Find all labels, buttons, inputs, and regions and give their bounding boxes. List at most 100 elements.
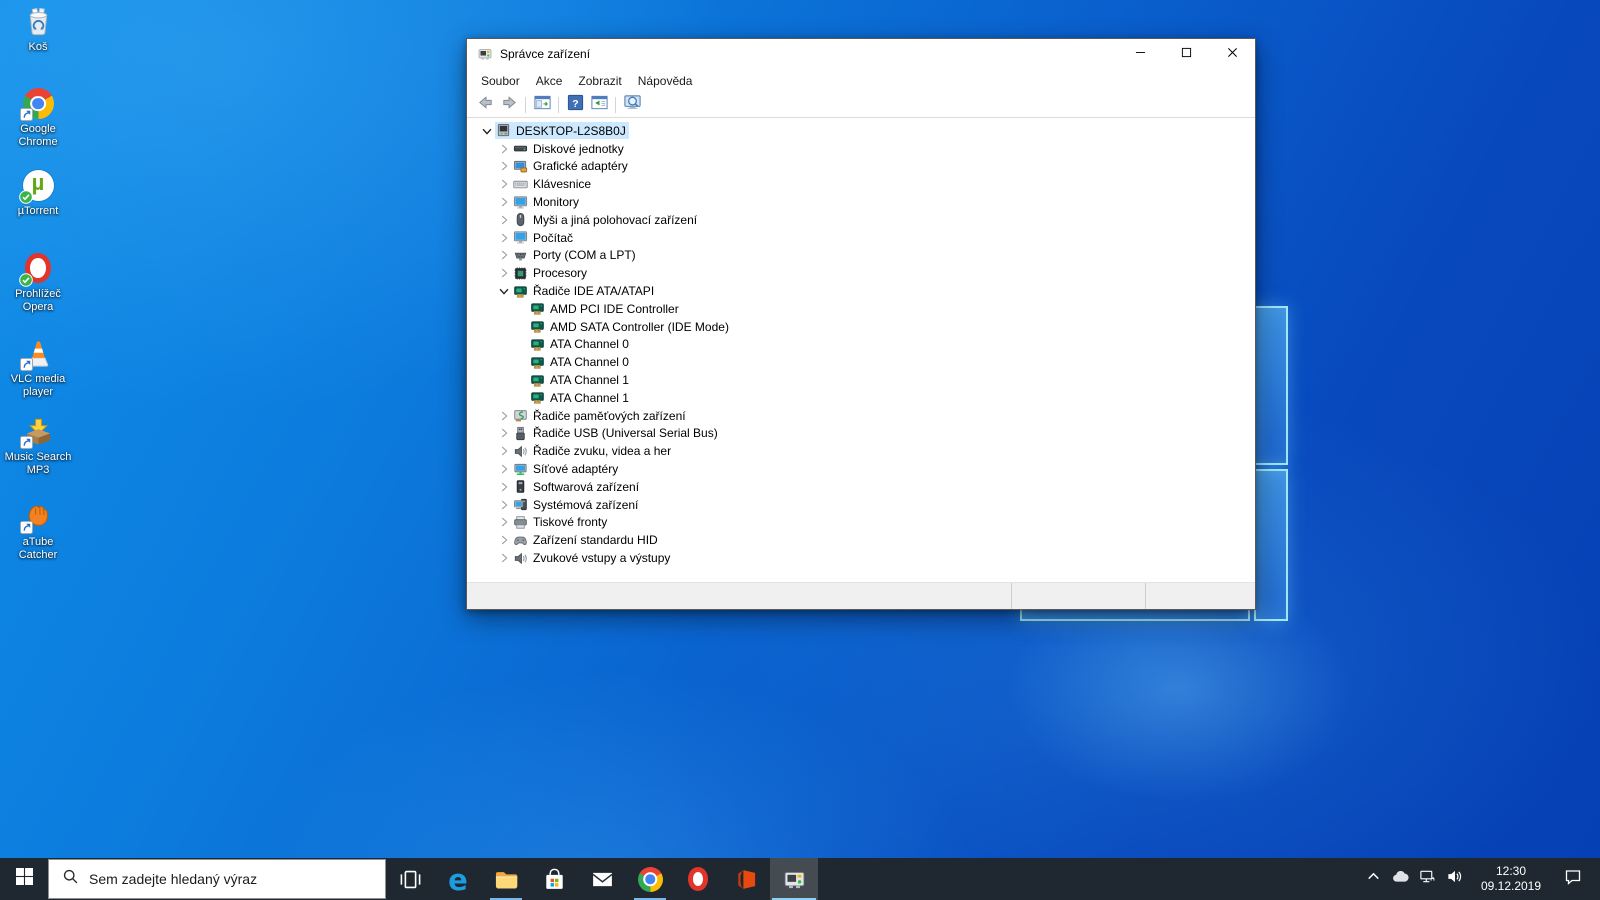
chevron-right-icon[interactable] xyxy=(496,212,512,228)
tree-item-softwarova-zarizeni[interactable]: Softwarová zařízení xyxy=(467,478,1255,496)
taskbar-mail-button[interactable] xyxy=(578,858,626,900)
menu-item-napoveda[interactable]: Nápověda xyxy=(630,71,701,91)
menu-item-soubor[interactable]: Soubor xyxy=(473,71,528,91)
desktop-icon-label: VLC media player xyxy=(2,373,74,398)
action-center-button[interactable] xyxy=(1554,858,1592,900)
chevron-right-icon[interactable] xyxy=(496,497,512,513)
console-tree-icon xyxy=(533,93,552,117)
tree-item-ata-channel-1[interactable]: ATA Channel 1 xyxy=(467,371,1255,389)
microsoft-store-icon xyxy=(542,867,567,892)
taskbar-device-manager-button[interactable] xyxy=(770,858,818,900)
office-icon xyxy=(734,867,759,892)
tree-item-ata-channel-0[interactable]: ATA Channel 0 xyxy=(467,336,1255,354)
chevron-down-icon[interactable] xyxy=(496,283,512,299)
list-window-button[interactable] xyxy=(587,94,611,116)
tree-item-pocitac[interactable]: Počítač xyxy=(467,229,1255,247)
desktop-icon-google-chrome[interactable]: Google Chrome xyxy=(2,88,74,148)
minimize-icon xyxy=(1135,45,1146,63)
taskbar-office-button[interactable] xyxy=(722,858,770,900)
chevron-right-icon[interactable] xyxy=(496,514,512,530)
vlc-icon xyxy=(23,338,54,369)
tree-item-zarizeni-standardu-hid[interactable]: Zařízení standardu HID xyxy=(467,531,1255,549)
forward-button[interactable] xyxy=(497,94,521,116)
title-bar[interactable]: Správce zařízení xyxy=(467,39,1255,69)
tree-item-systemova-zarizeni[interactable]: Systémová zařízení xyxy=(467,496,1255,514)
chevron-right-icon[interactable] xyxy=(496,247,512,263)
desktop-icon-prohlizec-opera[interactable]: Prohlížeč Opera xyxy=(2,253,74,313)
taskbar-search-input[interactable]: Sem zadejte hledaný výraz xyxy=(48,859,386,899)
chevron-right-icon[interactable] xyxy=(496,141,512,157)
tree-item-procesory[interactable]: Procesory xyxy=(467,264,1255,282)
chevron-down-icon[interactable] xyxy=(479,123,495,139)
tree-item-amd-sata-controller-ide-mode[interactable]: AMD SATA Controller (IDE Mode) xyxy=(467,318,1255,336)
printer-icon xyxy=(513,515,528,530)
tree-item-radice-ide-ata-atapi[interactable]: Řadiče IDE ATA/ATAPI xyxy=(467,282,1255,300)
taskbar-google-chrome-button[interactable] xyxy=(626,858,674,900)
tray-tray-expand-button[interactable] xyxy=(1360,858,1387,900)
ide-icon xyxy=(530,373,545,388)
taskbar-microsoft-edge-button[interactable]: e xyxy=(434,858,482,900)
taskbar-opera-button[interactable] xyxy=(674,858,722,900)
back-button[interactable] xyxy=(473,94,497,116)
close-button[interactable] xyxy=(1209,39,1255,69)
chevron-right-icon[interactable] xyxy=(496,176,512,192)
menu-item-zobrazit[interactable]: Zobrazit xyxy=(570,71,629,91)
taskbar-task-view-button[interactable] xyxy=(386,858,434,900)
tree-item-diskove-jednotky[interactable]: Diskové jednotky xyxy=(467,140,1255,158)
tray-network-button[interactable] xyxy=(1414,858,1441,900)
help-button[interactable]: ? xyxy=(563,94,587,116)
maximize-button[interactable] xyxy=(1163,39,1209,69)
tray-volume-button[interactable] xyxy=(1441,858,1468,900)
chevron-right-icon[interactable] xyxy=(496,230,512,246)
chevron-right-icon[interactable] xyxy=(496,550,512,566)
chevron-right-icon[interactable] xyxy=(496,408,512,424)
desktop-icon-torrent[interactable]: µµTorrent xyxy=(2,170,74,218)
chevron-right-icon[interactable] xyxy=(496,425,512,441)
tree-item-monitory[interactable]: Monitory xyxy=(467,193,1255,211)
start-button[interactable] xyxy=(0,858,48,900)
taskbar-clock[interactable]: 12:30 09.12.2019 xyxy=(1477,864,1545,894)
tree-item-radice-pametovych-zarizeni[interactable]: Řadiče paměťových zařízení xyxy=(467,407,1255,425)
tree-item-radice-usb-universal-serial-bus[interactable]: Řadiče USB (Universal Serial Bus) xyxy=(467,425,1255,443)
status-pane-3 xyxy=(1146,583,1255,609)
tree-item-label: Počítač xyxy=(533,231,573,245)
clock-time: 12:30 xyxy=(1477,864,1545,879)
chevron-right-icon[interactable] xyxy=(496,443,512,459)
tree-item-klavesnice[interactable]: Klávesnice xyxy=(467,175,1255,193)
console-tree-button[interactable] xyxy=(530,94,554,116)
minimize-button[interactable] xyxy=(1117,39,1163,69)
list-window-icon xyxy=(590,93,609,117)
tree-item-label: ATA Channel 0 xyxy=(550,337,629,351)
tree-item-label: Zařízení standardu HID xyxy=(533,533,658,547)
tree-item-ata-channel-1[interactable]: ATA Channel 1 xyxy=(467,389,1255,407)
device-manager-icon xyxy=(782,867,807,892)
tree-item-ata-channel-0[interactable]: ATA Channel 0 xyxy=(467,353,1255,371)
desktop-icon-music-search-mp3[interactable]: Music Search MP3 xyxy=(2,416,74,476)
desktop-icon-vlc-media-player[interactable]: VLC media player xyxy=(2,338,74,398)
chevron-right-icon[interactable] xyxy=(496,532,512,548)
tree-item-porty-com-a-lpt[interactable]: Porty (COM a LPT) xyxy=(467,247,1255,265)
menu-item-akce[interactable]: Akce xyxy=(528,71,571,91)
chevron-right-icon[interactable] xyxy=(496,158,512,174)
chevron-right-icon[interactable] xyxy=(496,265,512,281)
desktop-icon-atube-catcher[interactable]: aTube Catcher xyxy=(2,501,74,561)
taskbar-microsoft-store-button[interactable] xyxy=(530,858,578,900)
scan-hardware-button[interactable] xyxy=(620,94,644,116)
chevron-right-icon[interactable] xyxy=(496,461,512,477)
tree-item-mysi-a-jina-polohovaci-zarizeni[interactable]: Myši a jiná polohovací zařízení xyxy=(467,211,1255,229)
taskbar-file-explorer-button[interactable] xyxy=(482,858,530,900)
tree-item-radice-zvuku-videa-a-her[interactable]: Řadiče zvuku, videa a her xyxy=(467,442,1255,460)
tree-item-label: Síťové adaptéry xyxy=(533,462,618,476)
desktop-icon-kos[interactable]: Koš xyxy=(2,6,74,54)
action-center-icon xyxy=(1564,868,1582,891)
mail-icon xyxy=(590,867,615,892)
tray-onedrive-button[interactable] xyxy=(1387,858,1414,900)
tree-item-sitove-adaptery[interactable]: Síťové adaptéry xyxy=(467,460,1255,478)
tree-item-amd-pci-ide-controller[interactable]: AMD PCI IDE Controller xyxy=(467,300,1255,318)
tree-item-graficke-adaptery[interactable]: Grafické adaptéry xyxy=(467,158,1255,176)
chevron-right-icon[interactable] xyxy=(496,194,512,210)
chevron-right-icon[interactable] xyxy=(496,479,512,495)
tree-item-zvukove-vstupy-a-vystupy[interactable]: Zvukové vstupy a výstupy xyxy=(467,549,1255,567)
tree-item-tiskove-fronty[interactable]: Tiskové fronty xyxy=(467,514,1255,532)
tree-item-desktop-l2s8b0j[interactable]: DESKTOP-L2S8B0J xyxy=(467,122,1255,140)
